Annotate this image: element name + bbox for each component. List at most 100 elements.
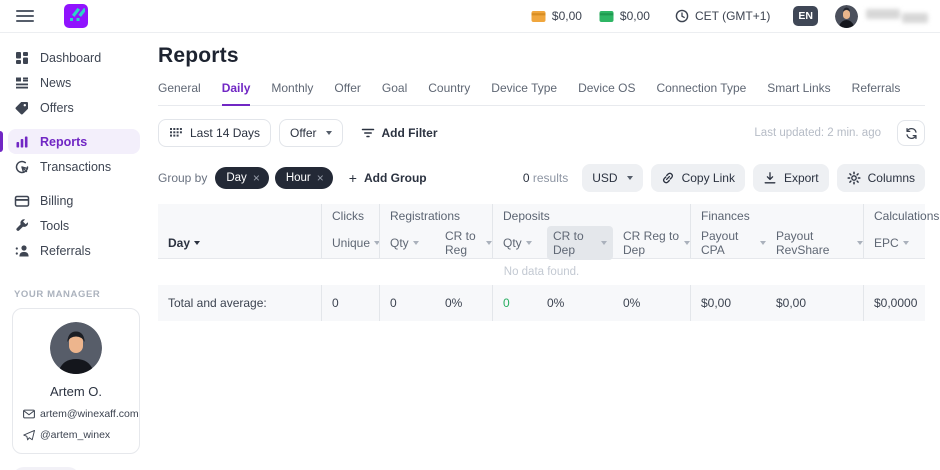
group-chip-day[interactable]: Day × [215,167,268,189]
sidebar-item-label: Reports [40,135,87,149]
tab-goal[interactable]: Goal [382,81,407,105]
group-header-registrations: Registrations [379,204,492,227]
user-name-redacted [866,9,928,23]
currency-dropdown[interactable]: USD [582,164,642,192]
remove-day-icon[interactable]: × [253,172,260,184]
timezone-label: CET (GMT+1) [695,9,770,23]
sidebar-item-label: Offers [40,101,74,115]
total-payout-cpa: $0,00 [690,285,766,321]
winex-logo[interactable] [64,4,88,28]
group-chip-hour[interactable]: Hour × [275,167,333,189]
add-group-button[interactable]: + Add Group [349,170,427,186]
total-label: Total and average: [158,285,321,321]
sidebar-item-label: Transactions [40,160,111,174]
wrench-icon [14,218,30,234]
sort-caret-icon [601,241,607,245]
tab-general[interactable]: General [158,81,201,105]
total-unique: 0 [321,285,379,321]
language-selector[interactable]: EN [793,6,818,26]
column-dep-qty[interactable]: Qty [492,227,537,258]
sidebar-item-offers[interactable]: Offers [0,95,150,120]
logo-icon [67,7,85,25]
wallet-orange-icon [531,10,546,23]
filter-icon [361,126,375,140]
chevron-down-icon [627,176,633,180]
results-count: 0 results [523,171,568,185]
user-avatar [835,5,858,28]
refresh-icon [905,127,918,140]
column-day[interactable]: Day [158,227,321,258]
balance-main[interactable]: $0,00 [531,9,582,23]
refresh-button[interactable] [897,120,925,146]
tab-daily[interactable]: Daily [222,81,251,106]
columns-label: Columns [868,171,915,185]
total-epc: $0,0000 [863,285,925,321]
mail-icon [23,409,35,419]
menu-icon[interactable] [16,10,34,22]
calendar-grid-icon [169,126,183,140]
column-reg-qty[interactable]: Qty [379,227,435,258]
manager-telegram-text: @artem_winex [40,429,110,441]
tab-smart-links[interactable]: Smart Links [767,81,830,105]
date-range-button[interactable]: Last 14 Days [158,119,271,147]
tab-monthly[interactable]: Monthly [271,81,313,105]
manager-telegram[interactable]: @artem_winex [23,429,129,441]
sidebar-item-tools[interactable]: Tools [0,213,150,238]
column-cr-to-reg[interactable]: CR to Reg [435,227,492,258]
sort-caret-icon [194,241,200,245]
remove-hour-icon[interactable]: × [317,172,324,184]
copy-link-label: Copy Link [682,171,735,185]
sidebar-item-label: Billing [40,194,73,208]
topbar-right: $0,00 $0,00 CET (GMT+1) EN [531,5,928,28]
column-unique[interactable]: Unique [321,227,379,258]
sidebar-item-referrals[interactable]: Referrals [0,238,150,263]
timezone-selector[interactable]: CET (GMT+1) [675,9,770,23]
balance-main-amount: $0,00 [552,9,582,23]
tab-device-type[interactable]: Device Type [491,81,557,105]
sidebar-item-dashboard[interactable]: Dashboard [0,45,150,70]
export-label: Export [784,171,819,185]
group-chip-hour-label: Hour [286,172,311,184]
tab-device-os[interactable]: Device OS [578,81,635,105]
copy-link-button[interactable]: Copy Link [651,164,745,192]
column-payout-revshare[interactable]: Payout RevShare [766,227,863,258]
tag-icon [14,100,30,116]
download-icon [763,171,777,185]
column-cr-to-dep[interactable]: CR to Dep [537,227,613,258]
balance-secondary[interactable]: $0,00 [599,9,650,23]
topbar: $0,00 $0,00 CET (GMT+1) EN [0,0,940,33]
currency-label: USD [592,171,617,185]
tab-offer[interactable]: Offer [334,81,360,105]
tab-country[interactable]: Country [428,81,470,105]
column-cr-reg-to-dep[interactable]: CR Reg to Dep [613,227,690,258]
column-header-row: Day Unique Qty CR to Reg Qty CR to Dep C… [158,227,925,259]
sort-caret-icon [413,241,419,245]
column-payout-cpa[interactable]: Payout CPA [690,227,766,258]
table-actions: 0 results USD Copy Link [523,164,925,192]
tab-connection-type[interactable]: Connection Type [656,81,746,105]
sidebar-item-news[interactable]: News [0,70,150,95]
manager-email-text: artem@winexaff.com [40,408,139,420]
add-filter-button[interactable]: Add Filter [351,119,448,147]
group-header-deposits: Deposits [492,204,690,227]
export-button[interactable]: Export [753,164,829,192]
columns-button[interactable]: Columns [837,164,925,192]
total-dep-qty: 0 [492,285,537,321]
sidebar-item-reports[interactable]: Reports [0,129,150,154]
user-menu[interactable] [835,5,928,28]
report-table: Clicks Registrations Deposits Finances C… [158,204,925,321]
date-range-label: Last 14 Days [190,126,260,140]
offer-filter-dropdown[interactable]: Offer [279,119,342,147]
tab-referrals[interactable]: Referrals [852,81,901,105]
manager-name: Artem O. [23,384,129,399]
total-cr-to-reg: 0% [435,285,492,321]
manager-card: Artem O. artem@winexaff.com @artem_winex [12,308,140,454]
group-by-row: Group by Day × Hour × + Add Group 0 resu… [158,164,925,192]
column-epc[interactable]: EPC [863,227,925,258]
sidebar-nav: Dashboard News Offers [0,45,150,263]
manager-email[interactable]: artem@winexaff.com [23,408,129,420]
dashboard-icon [14,50,30,66]
sidebar-item-billing[interactable]: Billing [0,188,150,213]
sidebar-item-transactions[interactable]: Transactions [0,154,150,179]
wallet-green-icon [599,10,614,23]
